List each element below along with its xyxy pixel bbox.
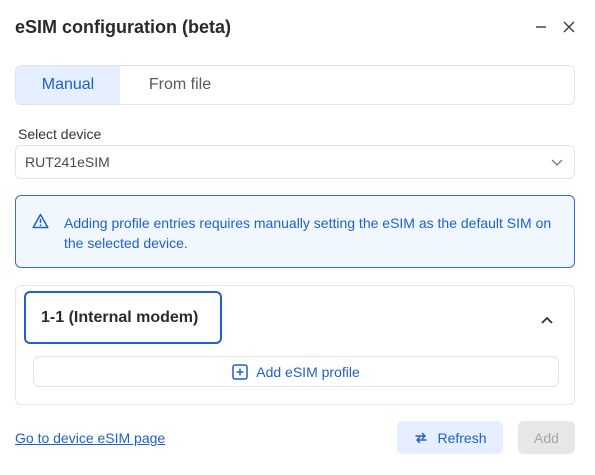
add-button[interactable]: Add <box>518 421 575 454</box>
chevron-up-icon <box>541 316 553 324</box>
info-alert: Adding profile entries requires manually… <box>15 195 575 268</box>
close-icon <box>563 21 575 33</box>
select-device-label: Select device <box>18 126 102 142</box>
chevron-down-icon <box>551 159 563 166</box>
minimize-icon <box>536 26 546 28</box>
alert-message: Adding profile entries requires manually… <box>64 215 552 251</box>
modem-panel: 1-1 (Internal modem) Add eSIM profile <box>15 285 575 405</box>
refresh-icon <box>415 432 428 443</box>
collapse-button[interactable] <box>540 313 554 332</box>
add-esim-profile-button[interactable]: Add eSIM profile <box>33 356 559 387</box>
tab-from-file[interactable]: From file <box>120 66 240 104</box>
esim-config-dialog: eSIM configuration (beta) Manual From fi… <box>0 0 595 475</box>
device-select-value: RUT241eSIM <box>25 154 110 170</box>
mode-tabs: Manual From file <box>15 65 575 105</box>
modem-panel-header[interactable]: 1-1 (Internal modem) <box>24 291 222 344</box>
close-button[interactable] <box>558 16 580 38</box>
refresh-button[interactable]: Refresh <box>397 421 503 454</box>
refresh-label: Refresh <box>437 429 487 446</box>
warning-icon <box>32 213 49 229</box>
dialog-title: eSIM configuration (beta) <box>15 17 231 37</box>
add-esim-profile-label: Add eSIM profile <box>256 363 360 380</box>
minimize-button[interactable] <box>530 16 552 38</box>
device-esim-page-link[interactable]: Go to device eSIM page <box>15 430 165 446</box>
plus-square-icon <box>232 363 248 380</box>
tab-manual[interactable]: Manual <box>16 66 120 104</box>
device-select[interactable]: RUT241eSIM <box>15 145 575 179</box>
